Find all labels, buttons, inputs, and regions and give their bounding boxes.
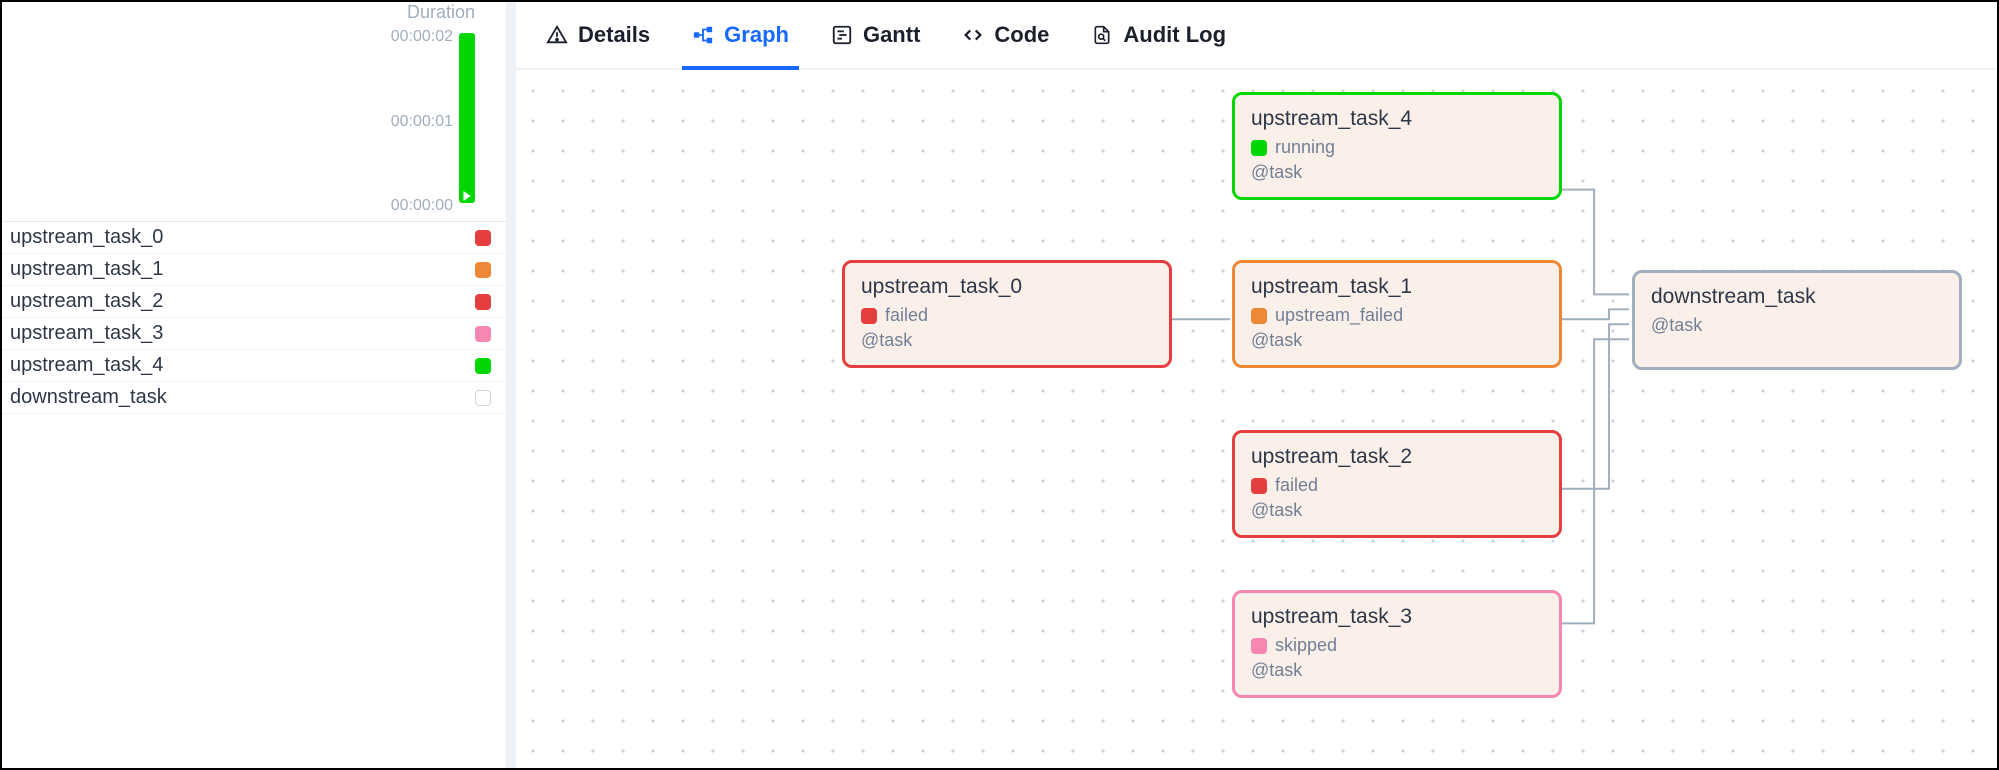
gantt-icon (831, 24, 853, 46)
task-row-upstream-2[interactable]: upstream_task_2 (2, 286, 511, 318)
node-upstream-task-4[interactable]: upstream_task_4 running @task (1232, 92, 1562, 200)
task-name: upstream_task_3 (10, 322, 163, 345)
status-text: failed (885, 305, 928, 326)
tab-details[interactable]: Details (542, 2, 654, 68)
tab-code[interactable]: Code (958, 2, 1053, 68)
status-square-icon (475, 326, 491, 342)
status-dot-icon (1251, 140, 1267, 156)
task-row-upstream-1[interactable]: upstream_task_1 (2, 254, 511, 286)
main: Details Graph Gantt Code Audit Log (512, 2, 1997, 768)
node-status: failed (861, 305, 1153, 326)
task-row-upstream-4[interactable]: upstream_task_4 (2, 350, 511, 382)
node-title: upstream_task_3 (1251, 605, 1543, 629)
status-square-icon (475, 262, 491, 278)
tab-label: Graph (724, 22, 789, 48)
status-dot-icon (1251, 308, 1267, 324)
task-name: upstream_task_0 (10, 226, 163, 249)
task-list: upstream_task_0 upstream_task_1 upstream… (2, 222, 511, 768)
status-square-icon (475, 294, 491, 310)
node-upstream-task-2[interactable]: upstream_task_2 failed @task (1232, 430, 1562, 538)
node-decorator: @task (1251, 500, 1543, 521)
task-name: upstream_task_2 (10, 290, 163, 313)
duration-label: Duration (407, 2, 475, 23)
node-status: upstream_failed (1251, 305, 1543, 326)
node-title: upstream_task_2 (1251, 445, 1543, 469)
node-decorator: @task (1251, 330, 1543, 351)
status-dot-icon (1251, 638, 1267, 654)
document-search-icon (1091, 24, 1113, 46)
tab-audit-log[interactable]: Audit Log (1087, 2, 1230, 68)
task-name: upstream_task_1 (10, 258, 163, 281)
status-text: skipped (1275, 635, 1337, 656)
status-square-icon (475, 358, 491, 374)
tabs: Details Graph Gantt Code Audit Log (512, 2, 1997, 70)
warning-triangle-icon (546, 24, 568, 46)
axis-tick: 00:00:01 (363, 113, 453, 131)
node-decorator: @task (1251, 162, 1543, 183)
duration-axis: 00:00:02 00:00:01 00:00:00 (381, 32, 481, 211)
tab-gantt[interactable]: Gantt (827, 2, 924, 68)
duration-bar[interactable] (459, 33, 475, 203)
status-text: running (1275, 137, 1335, 158)
node-title: upstream_task_0 (861, 275, 1153, 299)
tab-label: Gantt (863, 22, 920, 48)
node-title: upstream_task_4 (1251, 107, 1543, 131)
task-row-upstream-0[interactable]: upstream_task_0 (2, 222, 511, 254)
task-row-downstream[interactable]: downstream_task (2, 382, 511, 414)
axis-tick: 00:00:00 (363, 197, 453, 215)
node-title: downstream_task (1651, 285, 1943, 309)
status-text: failed (1275, 475, 1318, 496)
sidebar: Duration 00:00:02 00:00:01 00:00:00 upst… (2, 2, 512, 768)
status-text: upstream_failed (1275, 305, 1403, 326)
node-title: upstream_task_1 (1251, 275, 1543, 299)
graph-nodes: upstream_task_4 running @task upstream_t… (512, 70, 1997, 768)
node-decorator: @task (861, 330, 1153, 351)
play-icon (464, 191, 471, 201)
tab-label: Audit Log (1123, 22, 1226, 48)
code-icon (962, 24, 984, 46)
duration-chart: Duration 00:00:02 00:00:01 00:00:00 (2, 2, 511, 222)
tab-label: Details (578, 22, 650, 48)
tab-graph[interactable]: Graph (688, 2, 793, 68)
graph-canvas[interactable]: upstream_task_4 running @task upstream_t… (512, 70, 1997, 768)
graph-icon (692, 24, 714, 46)
task-name: upstream_task_4 (10, 354, 163, 377)
node-status: failed (1251, 475, 1543, 496)
node-status: skipped (1251, 635, 1543, 656)
node-upstream-task-3[interactable]: upstream_task_3 skipped @task (1232, 590, 1562, 698)
node-status: running (1251, 137, 1543, 158)
node-upstream-task-1[interactable]: upstream_task_1 upstream_failed @task (1232, 260, 1562, 368)
task-row-upstream-3[interactable]: upstream_task_3 (2, 318, 511, 350)
task-name: downstream_task (10, 386, 167, 409)
node-upstream-task-0[interactable]: upstream_task_0 failed @task (842, 260, 1172, 368)
status-dot-icon (861, 308, 877, 324)
node-downstream-task[interactable]: downstream_task @task (1632, 270, 1962, 370)
status-square-icon (475, 230, 491, 246)
node-decorator: @task (1251, 660, 1543, 681)
status-dot-icon (1251, 478, 1267, 494)
tab-label: Code (994, 22, 1049, 48)
status-square-icon (475, 390, 491, 406)
node-decorator: @task (1651, 315, 1943, 336)
axis-tick: 00:00:02 (363, 28, 453, 46)
